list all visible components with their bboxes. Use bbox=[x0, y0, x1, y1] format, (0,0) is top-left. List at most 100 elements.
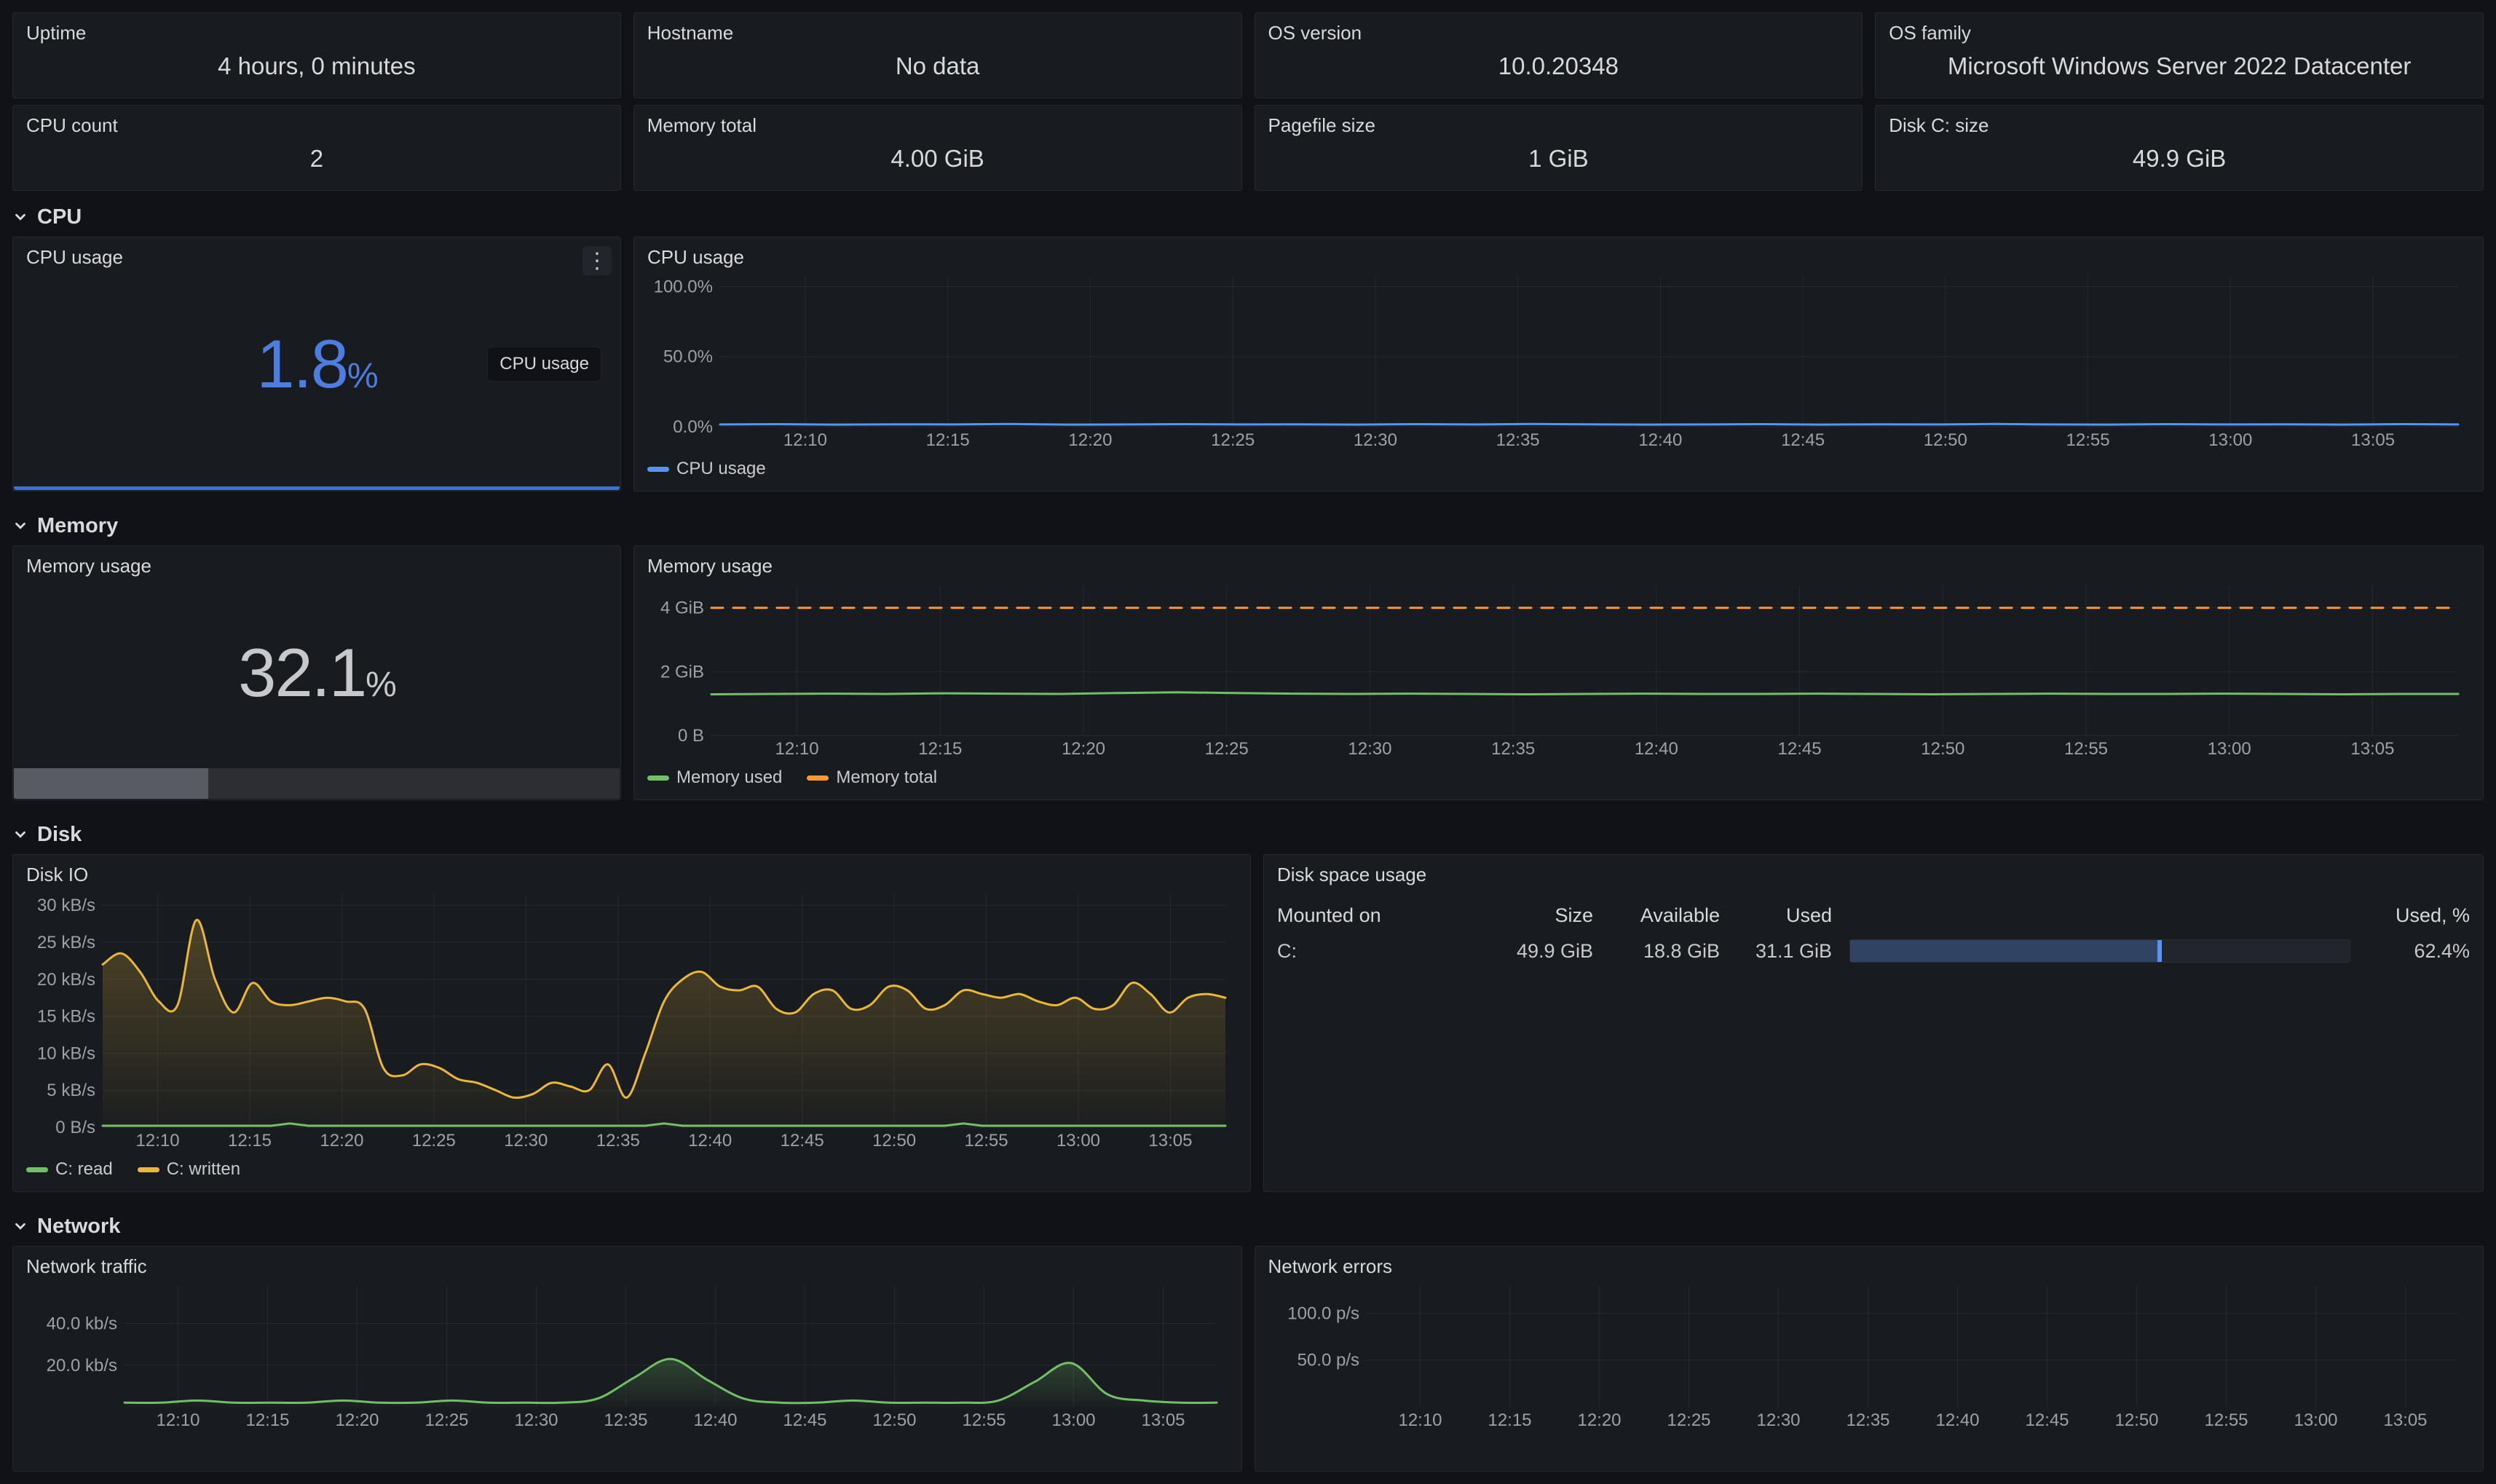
cpu-usage-time-series[interactable]: 12:1012:1512:2012:2512:3012:3512:4012:45… bbox=[647, 271, 2470, 451]
svg-text:12:30: 12:30 bbox=[1354, 430, 1397, 450]
legend-item[interactable]: Memory total bbox=[807, 767, 937, 788]
memory-usage-time-series[interactable]: 12:1012:1512:2012:2512:3012:3512:4012:45… bbox=[647, 580, 2470, 760]
network-row: Network traffic 12:1012:1512:2012:2512:3… bbox=[12, 1246, 2484, 1472]
legend-swatch-icon bbox=[26, 1167, 48, 1172]
svg-text:12:10: 12:10 bbox=[136, 1131, 180, 1151]
network-errors-time-series[interactable]: 12:1012:1512:2012:2512:3012:3512:4012:45… bbox=[1268, 1280, 2471, 1432]
svg-text:12:50: 12:50 bbox=[2114, 1410, 2158, 1430]
panel-pagefile-size: Pagefile size 1 GiB bbox=[1255, 105, 1863, 191]
panel-title[interactable]: CPU usage bbox=[647, 246, 2470, 271]
svg-text:12:15: 12:15 bbox=[926, 430, 970, 450]
legend-label: C: written bbox=[167, 1159, 240, 1180]
chart-legend: Memory used Memory total bbox=[647, 760, 2470, 791]
panel-title[interactable]: OS family bbox=[1889, 22, 2470, 44]
memory-gauge-bar bbox=[14, 768, 620, 799]
section-header-disk[interactable]: Disk bbox=[12, 822, 2484, 847]
svg-text:12:45: 12:45 bbox=[1781, 430, 1825, 450]
svg-text:12:55: 12:55 bbox=[965, 1131, 1008, 1151]
table-row: C: 49.9 GiB 18.8 GiB 31.1 GiB 62.4% bbox=[1277, 932, 2470, 970]
stat-value: 4 hours, 0 minutes bbox=[26, 44, 607, 89]
legend-label: Memory total bbox=[836, 767, 937, 788]
svg-text:13:05: 13:05 bbox=[2351, 430, 2395, 450]
svg-text:0.0%: 0.0% bbox=[673, 417, 713, 437]
memory-usage-value: 32.1 bbox=[238, 639, 366, 707]
section-header-network[interactable]: Network bbox=[12, 1214, 2484, 1239]
svg-text:12:25: 12:25 bbox=[1667, 1410, 1710, 1430]
panel-disk-space-usage: Disk space usage Mounted on Size Availab… bbox=[1263, 854, 2484, 1192]
panel-cpu-count: CPU count 2 bbox=[12, 105, 621, 191]
disk-row: Disk IO 12:1012:1512:2012:2512:3012:3512… bbox=[12, 854, 2484, 1192]
cpu-row: CPU usage ⋮ 1.8 % CPU usage CPU usage 12… bbox=[12, 237, 2484, 492]
section-title: Memory bbox=[37, 514, 118, 538]
panel-title[interactable]: Memory usage bbox=[26, 555, 607, 580]
panel-title[interactable]: CPU count bbox=[26, 114, 607, 136]
svg-text:12:45: 12:45 bbox=[783, 1410, 826, 1430]
panel-title[interactable]: Disk IO bbox=[26, 864, 1237, 888]
svg-text:12:20: 12:20 bbox=[1062, 739, 1105, 759]
column-header-used[interactable]: Used bbox=[1737, 904, 1832, 927]
panel-title[interactable]: Network traffic bbox=[26, 1255, 1228, 1280]
stat-row-2: CPU count 2 Memory total 4.00 GiB Pagefi… bbox=[12, 105, 2484, 191]
panel-title[interactable]: Memory usage bbox=[647, 555, 2470, 580]
legend-swatch-icon bbox=[647, 467, 669, 472]
panel-memory-total: Memory total 4.00 GiB bbox=[633, 105, 1242, 191]
section-header-memory[interactable]: Memory bbox=[12, 513, 2484, 538]
svg-text:12:25: 12:25 bbox=[412, 1131, 456, 1151]
svg-text:12:15: 12:15 bbox=[245, 1410, 289, 1430]
panel-title[interactable]: Uptime bbox=[26, 22, 607, 44]
section-title: Disk bbox=[37, 823, 82, 847]
stat-value: 1 GiB bbox=[1268, 136, 1849, 181]
panel-title[interactable]: Disk space usage bbox=[1277, 864, 2470, 888]
legend-item[interactable]: CPU usage bbox=[647, 459, 766, 479]
svg-text:5 kB/s: 5 kB/s bbox=[47, 1081, 95, 1100]
column-header-used-pct[interactable]: Used, % bbox=[2368, 904, 2470, 927]
svg-text:100.0%: 100.0% bbox=[654, 277, 713, 296]
legend-item[interactable]: C: read bbox=[26, 1159, 113, 1180]
cell-size: 49.9 GiB bbox=[1469, 940, 1593, 963]
stat-row-1: Uptime 4 hours, 0 minutes Hostname No da… bbox=[12, 12, 2484, 98]
svg-text:12:50: 12:50 bbox=[872, 1131, 916, 1151]
network-traffic-time-series[interactable]: 12:1012:1512:2012:2512:3012:3512:4012:45… bbox=[26, 1280, 1228, 1432]
panel-title[interactable]: OS version bbox=[1268, 22, 1849, 44]
svg-text:30 kB/s: 30 kB/s bbox=[37, 896, 95, 915]
used-percent-gauge-fill bbox=[1850, 940, 2162, 962]
panel-title[interactable]: Network errors bbox=[1268, 1255, 2471, 1280]
svg-text:12:20: 12:20 bbox=[320, 1131, 363, 1151]
panel-memory-usage-chart: Memory usage 12:1012:1512:2012:2512:3012… bbox=[633, 545, 2484, 800]
cpu-gauge-bar bbox=[14, 486, 620, 490]
disk-io-time-series[interactable]: 12:1012:1512:2012:2512:3012:3512:4012:45… bbox=[26, 888, 1237, 1152]
cell-used: 31.1 GiB bbox=[1737, 940, 1832, 963]
svg-text:13:00: 13:00 bbox=[2208, 739, 2251, 759]
cell-available: 18.8 GiB bbox=[1611, 940, 1720, 963]
legend-label: CPU usage bbox=[676, 459, 766, 479]
panel-disk-io: Disk IO 12:1012:1512:2012:2512:3012:3512… bbox=[12, 854, 1251, 1192]
legend-item[interactable]: Memory used bbox=[647, 767, 782, 788]
svg-text:10 kB/s: 10 kB/s bbox=[37, 1043, 95, 1063]
column-header-size[interactable]: Size bbox=[1469, 904, 1593, 927]
column-header-available[interactable]: Available bbox=[1611, 904, 1720, 927]
svg-text:12:40: 12:40 bbox=[693, 1410, 737, 1430]
svg-text:0 B: 0 B bbox=[678, 726, 704, 746]
svg-text:12:30: 12:30 bbox=[1348, 739, 1391, 759]
legend-item[interactable]: C: written bbox=[138, 1159, 240, 1180]
panel-title[interactable]: Pagefile size bbox=[1268, 114, 1849, 136]
stat-value: 10.0.20348 bbox=[1268, 44, 1849, 89]
panel-disk-c-size: Disk C: size 49.9 GiB bbox=[1875, 105, 2484, 191]
svg-text:12:40: 12:40 bbox=[688, 1131, 732, 1151]
column-header-mounted-on[interactable]: Mounted on bbox=[1277, 904, 1452, 927]
svg-text:12:40: 12:40 bbox=[1638, 430, 1682, 450]
grafana-dashboard: Uptime 4 hours, 0 minutes Hostname No da… bbox=[0, 0, 2496, 1484]
used-percent-gauge-track bbox=[1849, 939, 2350, 963]
panel-title[interactable]: Hostname bbox=[647, 22, 1228, 44]
panel-title[interactable]: CPU usage bbox=[26, 246, 607, 271]
svg-text:12:25: 12:25 bbox=[424, 1410, 468, 1430]
panel-os-version: OS version 10.0.20348 bbox=[1255, 12, 1863, 98]
panel-title[interactable]: Disk C: size bbox=[1889, 114, 2470, 136]
cell-mounted-on: C: bbox=[1277, 940, 1452, 963]
svg-text:12:10: 12:10 bbox=[775, 739, 819, 759]
svg-text:12:25: 12:25 bbox=[1211, 430, 1255, 450]
chevron-down-icon bbox=[12, 1218, 28, 1234]
kebab-menu-icon[interactable]: ⋮ bbox=[582, 246, 612, 275]
section-header-cpu[interactable]: CPU bbox=[12, 205, 2484, 229]
panel-title[interactable]: Memory total bbox=[647, 114, 1228, 136]
